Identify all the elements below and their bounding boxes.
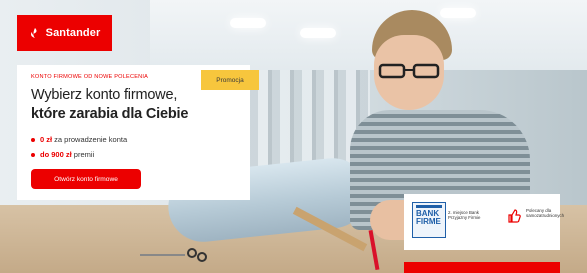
thumbs-up-icon xyxy=(508,209,521,223)
award-box[interactable]: BANK FIRME 2. miejsce Bank Przyjazny Fir… xyxy=(404,194,565,250)
red-accent-tab xyxy=(404,262,560,273)
ceiling-light xyxy=(300,28,336,38)
promo-badge: Promocja xyxy=(201,70,259,90)
bullet-dot-icon xyxy=(31,153,35,158)
santander-flame-icon xyxy=(30,28,37,38)
award-logo-bar xyxy=(416,205,442,208)
promo-title-line2: które zarabia dla Ciebie xyxy=(31,106,189,122)
santander-logo[interactable]: Santander xyxy=(17,15,112,51)
bullet-text: za prowadzenie konta xyxy=(52,135,128,144)
scissors-icon xyxy=(140,248,207,262)
bank-przyjazny-firmie-logo: BANK FIRME xyxy=(412,202,446,238)
promo-card: KONTO FIRMOWE OD NOWE POLECENIA Promocja… xyxy=(17,65,259,200)
bullet-strong: do 900 zł xyxy=(40,150,72,159)
promo-title-line1: Wybierz konto firmowe, xyxy=(31,87,178,103)
bullet-item: 0 zł za prowadzenie konta xyxy=(31,135,127,144)
ceiling-light xyxy=(230,18,266,28)
bullet-item: do 900 zł premii xyxy=(31,150,94,159)
glasses-icon xyxy=(378,63,440,79)
award-text-recommended: Polecany dla samozatrudnionych xyxy=(526,208,565,218)
bullet-text: premii xyxy=(71,150,95,159)
award-text-ranking: 2. miejsce Bank Przyjazny Firmie xyxy=(448,210,481,220)
open-account-button[interactable]: Otwórz konto firmowe xyxy=(31,169,141,189)
bullet-dot-icon xyxy=(31,138,35,143)
brand-name: Santander xyxy=(45,27,101,39)
promo-banner[interactable]: Santander KONTO FIRMOWE OD NOWE POLECENI… xyxy=(0,0,587,273)
bullet-strong: 0 zł xyxy=(40,135,53,144)
promo-eyebrow: KONTO FIRMOWE OD NOWE POLECENIA xyxy=(31,74,149,80)
award-logo-text: BANK FIRME xyxy=(416,209,441,226)
